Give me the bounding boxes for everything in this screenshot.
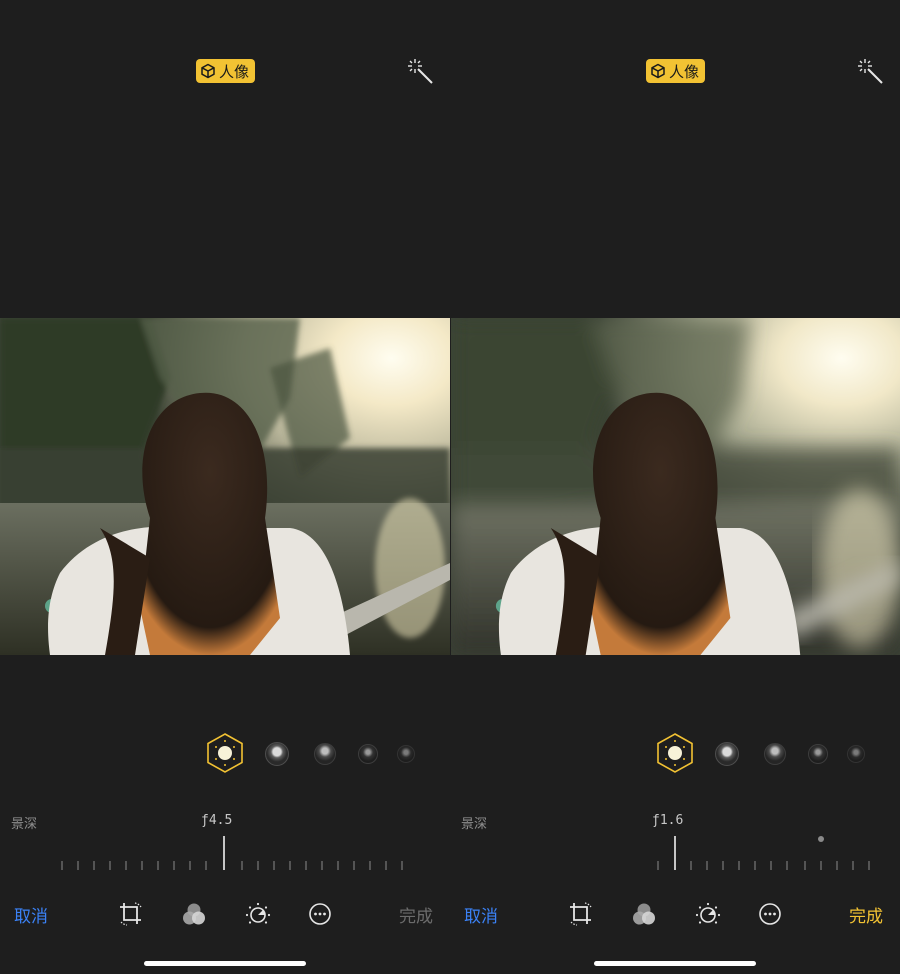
- studio-light-option[interactable]: [265, 742, 289, 766]
- more-icon[interactable]: [757, 901, 783, 927]
- home-indicator: [144, 961, 306, 966]
- adjust-icon[interactable]: [695, 901, 721, 927]
- cube-icon: [651, 63, 665, 79]
- portrait-lighting-selector: [656, 733, 876, 775]
- home-indicator: [594, 961, 756, 966]
- aperture-value: ƒ1.6: [652, 813, 684, 828]
- portrait-mode-label: 人像: [219, 62, 250, 81]
- portrait-mode-badge[interactable]: 人像: [196, 59, 256, 83]
- cancel-button[interactable]: 取消: [14, 902, 48, 927]
- default-marker-dot: [818, 836, 824, 842]
- portrait-mode-label: 人像: [669, 62, 700, 81]
- done-button[interactable]: 完成: [849, 902, 883, 927]
- depth-slider[interactable]: [450, 830, 900, 875]
- depth-slider[interactable]: [0, 830, 450, 875]
- portrait-photo: [451, 318, 900, 655]
- magic-wand-icon[interactable]: [407, 58, 435, 86]
- natural-light-icon[interactable]: [206, 733, 244, 773]
- studio-light-option[interactable]: [715, 742, 739, 766]
- stage-light-option[interactable]: [358, 744, 378, 764]
- aperture-value: ƒ4.5: [201, 813, 233, 828]
- filters-icon[interactable]: [181, 901, 207, 927]
- natural-light-icon[interactable]: [656, 733, 694, 773]
- stage-light-option[interactable]: [808, 744, 828, 764]
- contour-light-option[interactable]: [764, 743, 786, 765]
- cancel-button[interactable]: 取消: [464, 902, 498, 927]
- filters-icon[interactable]: [631, 901, 657, 927]
- bottom-toolbar: 取消 完成: [0, 898, 450, 930]
- portrait-mode-badge[interactable]: 人像: [646, 59, 706, 83]
- cube-icon: [201, 63, 215, 79]
- more-icon[interactable]: [307, 901, 333, 927]
- adjust-icon[interactable]: [245, 901, 271, 927]
- editor-panel-right: 人像 景深 ƒ1.6 取消 完成: [450, 0, 900, 974]
- editor-panel-left: 人像 景深 ƒ4.5 取消 完成: [0, 0, 450, 974]
- stage-mono-option[interactable]: [847, 745, 865, 763]
- magic-wand-icon[interactable]: [857, 58, 885, 86]
- crop-rotate-icon[interactable]: [568, 901, 594, 927]
- portrait-photo: [0, 318, 450, 655]
- done-button[interactable]: 完成: [399, 902, 433, 927]
- bottom-toolbar: 取消 完成: [450, 898, 900, 930]
- crop-rotate-icon[interactable]: [118, 901, 144, 927]
- portrait-lighting-selector: [206, 733, 426, 775]
- stage-mono-option[interactable]: [397, 745, 415, 763]
- contour-light-option[interactable]: [314, 743, 336, 765]
